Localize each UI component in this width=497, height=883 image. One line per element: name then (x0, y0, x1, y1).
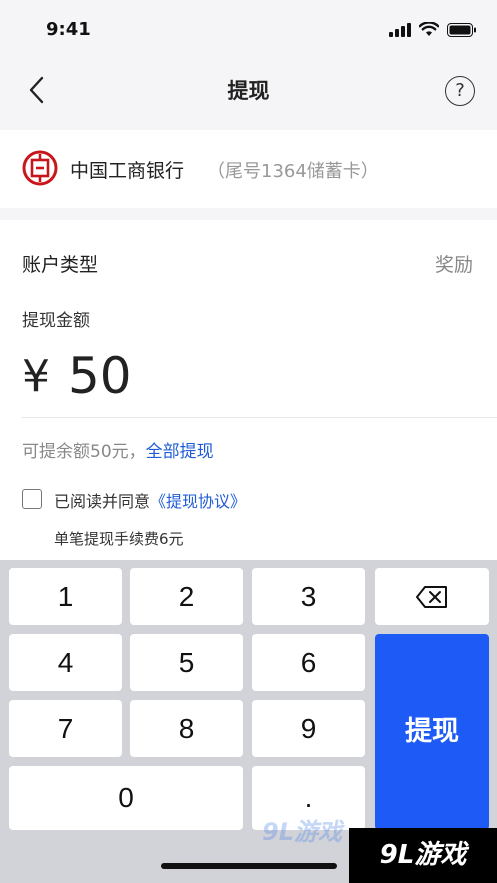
bank-card-row[interactable]: 中国工商银行 （尾号1364储蓄卡） (0, 130, 497, 208)
nav-bar: 提现 ? (0, 62, 497, 118)
key-8[interactable]: 8 (130, 700, 243, 757)
bank-name: 中国工商银行 (70, 160, 185, 182)
available-balance-row: 可提余额50元，全部提现 (22, 437, 214, 462)
watermark-badge: 9L游戏 (349, 828, 497, 883)
icbc-logo-icon (22, 150, 58, 186)
account-type-label: 账户类型 (22, 254, 99, 276)
status-time: 9:41 (46, 19, 91, 40)
key-9[interactable]: 9 (252, 700, 365, 757)
watermark-logo: 9L游戏 (262, 818, 342, 846)
signal-icon (389, 22, 411, 37)
key-0[interactable]: 0 (9, 766, 243, 830)
amount-input[interactable]: ¥ 50 (22, 344, 132, 408)
agreement-checkbox[interactable] (22, 489, 42, 509)
available-balance-text: 可提余额50元， (22, 442, 146, 462)
key-5[interactable]: 5 (130, 634, 243, 691)
account-type-value: 奖励 (434, 254, 473, 276)
question-circle-icon: ? (455, 80, 465, 101)
section-gap (0, 118, 497, 130)
amount-value: 50 (68, 347, 132, 405)
key-7[interactable]: 7 (9, 700, 122, 757)
home-indicator (161, 863, 337, 869)
key-4[interactable]: 4 (9, 634, 122, 691)
key-1[interactable]: 1 (9, 568, 122, 625)
fee-text: 单笔提现手续费6元 (54, 530, 184, 548)
divider (22, 417, 497, 418)
page-title: 提现 (227, 79, 270, 103)
withdraw-all-link[interactable]: 全部提现 (146, 442, 214, 462)
status-icons (389, 22, 477, 37)
help-button[interactable]: ? (445, 76, 475, 106)
key-2[interactable]: 2 (130, 568, 243, 625)
key-3[interactable]: 3 (252, 568, 365, 625)
battery-icon (447, 22, 476, 37)
backspace-icon (416, 586, 447, 608)
section-gap (0, 208, 497, 220)
amount-label: 提现金额 (22, 311, 90, 331)
bank-card-suffix: （尾号1364储蓄卡） (207, 161, 379, 182)
currency-sign: ¥ (22, 350, 50, 402)
status-bar: 9:41 (0, 0, 497, 62)
agreement-row: 已阅读并同意《提现协议》 (54, 488, 246, 512)
delete-key[interactable] (375, 568, 489, 625)
agreement-text: 已阅读并同意 (54, 492, 151, 511)
agreement-link[interactable]: 《提现协议》 (150, 492, 246, 511)
wifi-icon (419, 22, 439, 36)
confirm-withdraw-button[interactable]: 提现 (375, 634, 489, 830)
key-6[interactable]: 6 (252, 634, 365, 691)
